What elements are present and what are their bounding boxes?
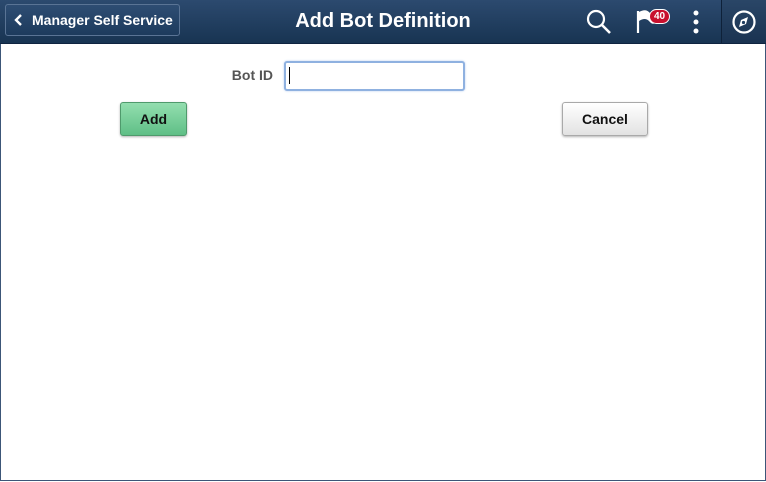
notification-count-badge: 40 bbox=[649, 9, 671, 24]
text-caret bbox=[289, 67, 290, 84]
chevron-left-icon bbox=[6, 14, 32, 26]
kebab-menu-icon[interactable] bbox=[686, 0, 706, 43]
notifications-button[interactable]: 40 bbox=[632, 0, 676, 43]
cancel-button[interactable]: Cancel bbox=[562, 102, 648, 136]
header-bar: Manager Self Service Add Bot Definition … bbox=[0, 0, 766, 44]
navbar-compass-icon[interactable] bbox=[722, 0, 766, 43]
search-icon[interactable] bbox=[584, 0, 614, 43]
bot-id-input[interactable] bbox=[284, 61, 465, 91]
bot-id-label: Bot ID bbox=[231, 67, 273, 83]
back-button[interactable]: Manager Self Service bbox=[5, 4, 180, 36]
back-button-label: Manager Self Service bbox=[32, 12, 173, 28]
page-title: Add Bot Definition bbox=[295, 10, 471, 32]
add-button[interactable]: Add bbox=[120, 102, 187, 136]
